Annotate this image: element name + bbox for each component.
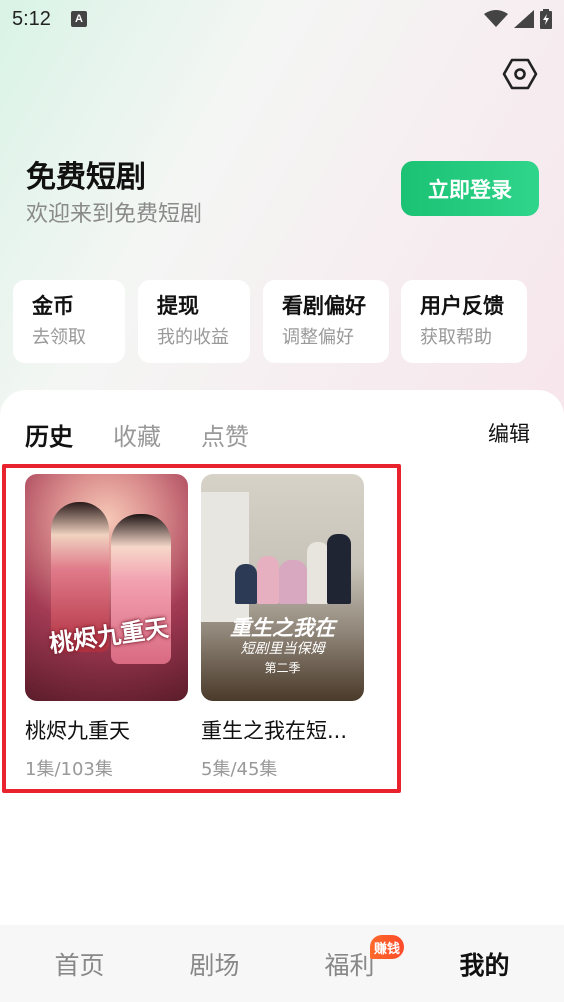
login-button[interactable]: 立即登录 xyxy=(401,161,539,216)
signal-icon xyxy=(514,10,534,28)
notification-a-icon: A xyxy=(70,11,87,27)
settings-hexagon-icon xyxy=(502,58,538,90)
quick-card-sub: 我的收益 xyxy=(157,327,229,348)
quick-card-title: 看剧偏好 xyxy=(282,294,366,318)
tab-history[interactable]: 历史 xyxy=(25,417,73,452)
tab-likes[interactable]: 点赞 xyxy=(201,417,249,452)
settings-button[interactable] xyxy=(502,56,538,92)
highlight-annotation-box xyxy=(2,464,401,793)
quick-card-title: 金币 xyxy=(32,294,74,318)
battery-icon xyxy=(540,9,552,29)
withdraw-card[interactable]: 提现 我的收益 xyxy=(138,280,250,363)
nav-theater[interactable]: 剧场 xyxy=(147,946,282,982)
page-title: 免费短剧 xyxy=(26,160,146,195)
earn-money-badge: 赚钱 xyxy=(370,935,404,959)
coins-card[interactable]: 金币 去领取 xyxy=(13,280,125,363)
edit-button[interactable]: 编辑 xyxy=(488,418,530,448)
quick-card-title: 提现 xyxy=(157,294,199,318)
status-bar: 5:12 A xyxy=(0,0,564,38)
quick-card-title: 用户反馈 xyxy=(420,294,504,318)
status-icons xyxy=(484,9,552,29)
bottom-navigation: 首页 剧场 福利 我的 xyxy=(0,925,564,1002)
preferences-card[interactable]: 看剧偏好 调整偏好 xyxy=(263,280,389,363)
nav-home[interactable]: 首页 xyxy=(12,946,147,982)
tab-favorites[interactable]: 收藏 xyxy=(113,417,161,452)
quick-card-sub: 调整偏好 xyxy=(282,327,354,348)
quick-card-sub: 获取帮助 xyxy=(420,327,492,348)
wifi-icon xyxy=(484,10,508,27)
feedback-card[interactable]: 用户反馈 获取帮助 xyxy=(401,280,527,363)
status-time: 5:12 xyxy=(12,7,51,30)
quick-card-sub: 去领取 xyxy=(32,327,86,348)
nav-mine[interactable]: 我的 xyxy=(417,946,552,982)
welcome-subtitle: 欢迎来到免费短剧 xyxy=(26,202,203,227)
